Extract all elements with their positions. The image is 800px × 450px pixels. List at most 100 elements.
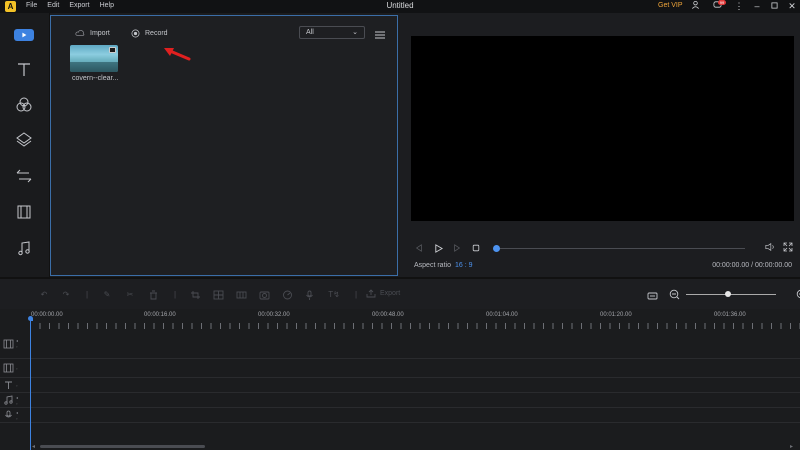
mute-icon[interactable]: ◂ [16, 395, 18, 400]
user-icon[interactable] [688, 0, 702, 13]
preview-panel: Aspect ratio 16 : 9 00:00:00.00 / 00:00:0… [398, 13, 800, 277]
film-icon [17, 205, 31, 219]
preview-extra-controls [765, 242, 793, 252]
timeline-ruler[interactable]: 00:00:00.00 00:00:16.00 00:00:32.00 00:0… [0, 309, 800, 329]
transition-icon [16, 169, 32, 183]
maximize-icon[interactable] [767, 0, 781, 13]
track-text[interactable]: ▫ [0, 378, 800, 393]
text-track-icon [5, 381, 12, 389]
track-overlay[interactable]: ▫ [0, 359, 800, 378]
video-track-icon [3, 339, 14, 348]
import-button[interactable]: Import [75, 29, 110, 37]
record-button[interactable]: Record [131, 29, 168, 38]
next-frame-icon[interactable] [452, 243, 462, 253]
minimize-icon[interactable]: – [750, 0, 764, 13]
ruler-label: 00:00:00.00 [31, 312, 63, 318]
lock-icon[interactable]: ▫ [16, 416, 18, 421]
lock-icon[interactable]: ▫ [16, 383, 17, 388]
video-track-icon [3, 363, 14, 373]
fit-timeline-icon[interactable] [646, 291, 658, 301]
filters-icon [16, 97, 32, 112]
menu-help[interactable]: Help [100, 2, 114, 9]
playback-progress-bar[interactable] [493, 245, 745, 252]
export-button[interactable]: Export [366, 289, 400, 298]
sidebar-music-button[interactable] [12, 239, 36, 257]
zoom-out-icon[interactable] [669, 289, 680, 300]
ruler-label: 00:01:04.00 [486, 312, 518, 318]
play-icon[interactable] [433, 243, 443, 253]
title-bar: A File Edit Export Help Untitled Get VIP… [0, 0, 800, 13]
zoom-slider[interactable] [686, 291, 776, 297]
text-icon [18, 63, 30, 76]
layers-icon [16, 132, 32, 147]
previous-frame-icon[interactable] [414, 243, 424, 253]
red-arrow-annotation-icon [164, 48, 191, 61]
playback-controls [414, 242, 481, 254]
mute-icon[interactable]: ◂ [16, 338, 18, 343]
text-to-speech-icon[interactable]: T↯ [328, 290, 340, 300]
redo-icon[interactable]: ↷ [60, 290, 72, 300]
record-label: Record [145, 30, 168, 37]
aspect-ratio: Aspect ratio 16 : 9 [414, 262, 472, 269]
sidebar-text-button[interactable] [12, 61, 36, 79]
media-panel: Import Record All ⌄ covern--clear... [50, 15, 398, 276]
timeline-playhead[interactable] [30, 317, 31, 450]
microphone-icon[interactable] [303, 290, 315, 300]
track-video-main[interactable]: ◂ ▫ [0, 329, 800, 359]
timeline-horizontal-scrollbar[interactable] [40, 445, 205, 448]
freeze-frame-icon[interactable] [235, 290, 247, 300]
sidebar-elements-button[interactable] [12, 203, 36, 221]
menu-file[interactable]: File [26, 2, 37, 9]
aspect-ratio-value[interactable]: 16 : 9 [455, 262, 473, 269]
mute-icon[interactable]: ◂ [16, 410, 18, 415]
ruler-label: 00:01:36.00 [714, 312, 746, 318]
zoom-in-icon[interactable] [796, 289, 800, 300]
zoom-slider-handle[interactable] [725, 291, 731, 297]
track-music[interactable]: ◂ ▫ [0, 393, 800, 408]
crop-icon[interactable] [189, 290, 201, 300]
edit-pen-icon[interactable]: ✎ [101, 290, 113, 300]
sidebar-media-button[interactable] [14, 29, 34, 41]
split-icon[interactable]: ✂ [124, 290, 136, 300]
left-sidebar [0, 13, 50, 277]
undo-icon[interactable]: ↶ [38, 290, 50, 300]
mosaic-icon[interactable] [212, 290, 224, 300]
scroll-right-icon[interactable]: ▸ [790, 443, 793, 450]
sidebar-transitions-button[interactable] [12, 167, 36, 185]
lock-icon[interactable]: ▫ [16, 366, 17, 371]
more-menu-icon[interactable]: ⋮ [732, 0, 746, 13]
track-header: ▫ [0, 359, 28, 377]
close-icon[interactable]: ✕ [785, 0, 799, 13]
list-view-icon[interactable] [374, 27, 386, 39]
lock-icon[interactable]: ▫ [16, 401, 18, 406]
export-icon [366, 289, 376, 298]
screenshot-icon[interactable] [258, 290, 270, 300]
stop-icon[interactable] [471, 243, 481, 253]
media-thumbnail[interactable] [70, 45, 118, 72]
music-track-icon [4, 395, 13, 405]
zoom-control [669, 289, 800, 300]
app-logo: A [5, 1, 16, 12]
scroll-left-icon[interactable]: ◂ [32, 443, 35, 450]
progress-knob[interactable] [493, 245, 500, 252]
track-voiceover[interactable]: ◂ ▫ [0, 408, 800, 423]
aspect-ratio-label: Aspect ratio [414, 262, 451, 269]
media-filter-dropdown[interactable]: All ⌄ [299, 26, 365, 39]
fullscreen-icon[interactable] [783, 242, 793, 252]
sidebar-overlays-button[interactable] [12, 131, 36, 149]
volume-icon[interactable] [765, 242, 775, 252]
track-header: ▫ [0, 378, 28, 392]
ruler-label: 00:00:32.00 [258, 312, 290, 318]
get-vip-button[interactable]: Get VIP [658, 2, 683, 9]
playhead-handle[interactable] [28, 316, 33, 321]
menu-edit[interactable]: Edit [47, 2, 59, 9]
menu-export[interactable]: Export [69, 2, 89, 9]
preview-screen [411, 36, 794, 221]
track-header: ◂ ▫ [0, 393, 28, 407]
speed-icon[interactable] [281, 290, 293, 300]
sidebar-filters-button[interactable] [12, 96, 36, 114]
microphone-track-icon [5, 410, 12, 418]
toolbar-separator: | [354, 290, 358, 299]
lock-icon[interactable]: ▫ [16, 344, 18, 349]
delete-icon[interactable] [147, 290, 159, 300]
